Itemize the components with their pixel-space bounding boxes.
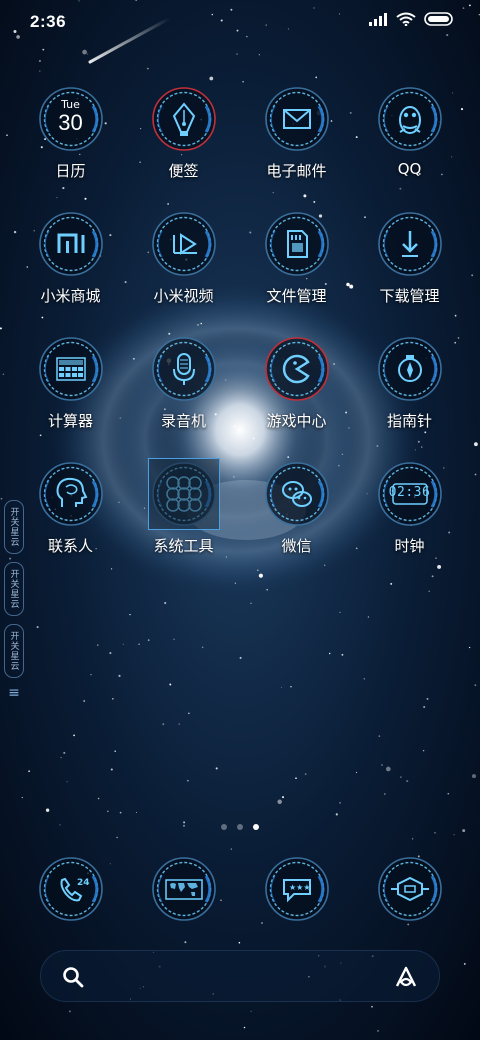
edge-tab[interactable]: 开关星云	[4, 624, 24, 678]
folder-icon	[147, 458, 220, 530]
app-clock[interactable]: 02:36 时钟	[353, 457, 466, 582]
edge-quick-toggles[interactable]: 开关星云 开关星云 开关星云 ≡	[4, 500, 26, 700]
app-compass[interactable]: 指南针	[353, 332, 466, 457]
status-bar: 2:36	[0, 0, 480, 44]
icon-ring	[377, 857, 442, 921]
app-recorder[interactable]: 录音机	[127, 332, 240, 457]
penguin-icon	[377, 86, 443, 152]
pacman-icon	[264, 336, 330, 402]
assistant-icon[interactable]	[393, 965, 419, 989]
app-label: 小米商城	[40, 287, 101, 305]
mi-logo-icon	[38, 211, 104, 277]
app-label: 下载管理	[379, 287, 440, 305]
icon-ring	[38, 337, 103, 401]
app-wechat[interactable]: 微信	[240, 457, 353, 582]
app-label: 联系人	[47, 537, 93, 555]
app-grid: Tue 30 日历 便签 电子邮件 QQ 小米商城 小米视频 文件管理 下载管理…	[14, 82, 466, 562]
app-label: 指南针	[386, 412, 432, 430]
search-icon[interactable]	[61, 965, 85, 989]
app-label: 日历	[55, 162, 86, 180]
world-map-icon	[151, 856, 217, 922]
app-label: 电子邮件	[266, 162, 327, 180]
page-dot-active[interactable]	[253, 824, 259, 830]
icon-ring	[151, 857, 216, 921]
app-email[interactable]: 电子邮件	[240, 82, 353, 207]
dock-camera[interactable]	[353, 856, 466, 926]
battery-icon	[424, 12, 453, 26]
folder-frame	[147, 458, 220, 530]
app-qq[interactable]: QQ	[353, 82, 466, 207]
app-label: 文件管理	[266, 287, 327, 305]
dock-phone[interactable]: 24	[14, 856, 127, 926]
menu-lines-icon[interactable]: ≡	[4, 686, 24, 700]
envelope-icon	[264, 86, 330, 152]
search-bar[interactable]	[40, 950, 440, 1002]
app-label: 计算器	[47, 412, 93, 430]
phone-24-icon: 24	[38, 856, 104, 922]
app-game-center[interactable]: 游戏中心	[240, 332, 353, 457]
microphone-icon	[151, 336, 217, 402]
calendar-icon: Tue 30	[38, 86, 104, 152]
video-play-icon	[151, 211, 217, 277]
hexagon-badge-icon	[377, 856, 443, 922]
status-time: 2:36	[30, 12, 67, 31]
dock-messages[interactable]: ★★★	[240, 856, 353, 926]
app-file-manager[interactable]: 文件管理	[240, 207, 353, 332]
app-label: 游戏中心	[266, 412, 327, 430]
signal-icon	[369, 13, 387, 26]
app-label: QQ	[397, 160, 422, 178]
sd-card-icon	[264, 211, 330, 277]
dock: 24 ★★★	[14, 856, 466, 926]
icon-ring	[151, 337, 216, 401]
app-label: 小米视频	[153, 287, 214, 305]
app-label: 录音机	[160, 412, 206, 430]
page-indicator	[0, 824, 480, 830]
icon-ring	[264, 87, 329, 151]
page-dot[interactable]	[221, 824, 227, 830]
calendar-date: 30	[58, 110, 83, 135]
icon-ring	[377, 87, 442, 151]
app-label: 便签	[168, 162, 199, 180]
download-arrow-icon	[377, 211, 443, 277]
app-system-tools[interactable]: 系统工具	[127, 457, 240, 582]
icon-ring	[151, 212, 216, 276]
app-mi-video[interactable]: 小米视频	[127, 207, 240, 332]
pen-nib-icon	[151, 86, 217, 152]
chat-bubble-icon: ★★★	[264, 856, 330, 922]
app-contacts[interactable]: 联系人	[14, 457, 127, 582]
head-profile-icon	[38, 461, 104, 527]
app-label: 时钟	[394, 537, 425, 555]
dock-browser[interactable]	[127, 856, 240, 926]
edge-tab[interactable]: 开关星云	[4, 562, 24, 616]
app-calendar[interactable]: Tue 30 日历	[14, 82, 127, 207]
svg-text:24: 24	[77, 878, 90, 888]
app-label: 微信	[281, 537, 312, 555]
wifi-icon	[396, 12, 416, 26]
page-dot[interactable]	[237, 824, 243, 830]
icon-ring	[38, 857, 103, 921]
clock-readout: 02:36	[388, 485, 431, 500]
wechat-icon	[264, 461, 330, 527]
icon-ring	[38, 212, 103, 276]
edge-tab[interactable]: 开关星云	[4, 500, 24, 554]
calculator-icon	[38, 336, 104, 402]
svg-text:★★★: ★★★	[289, 883, 311, 892]
app-notes[interactable]: 便签	[127, 82, 240, 207]
app-downloads[interactable]: 下载管理	[353, 207, 466, 332]
app-label: 系统工具	[153, 537, 214, 555]
compass-icon	[377, 336, 443, 402]
app-mi-store[interactable]: 小米商城	[14, 207, 127, 332]
app-calculator[interactable]: 计算器	[14, 332, 127, 457]
digital-clock-icon: 02:36	[377, 461, 443, 527]
